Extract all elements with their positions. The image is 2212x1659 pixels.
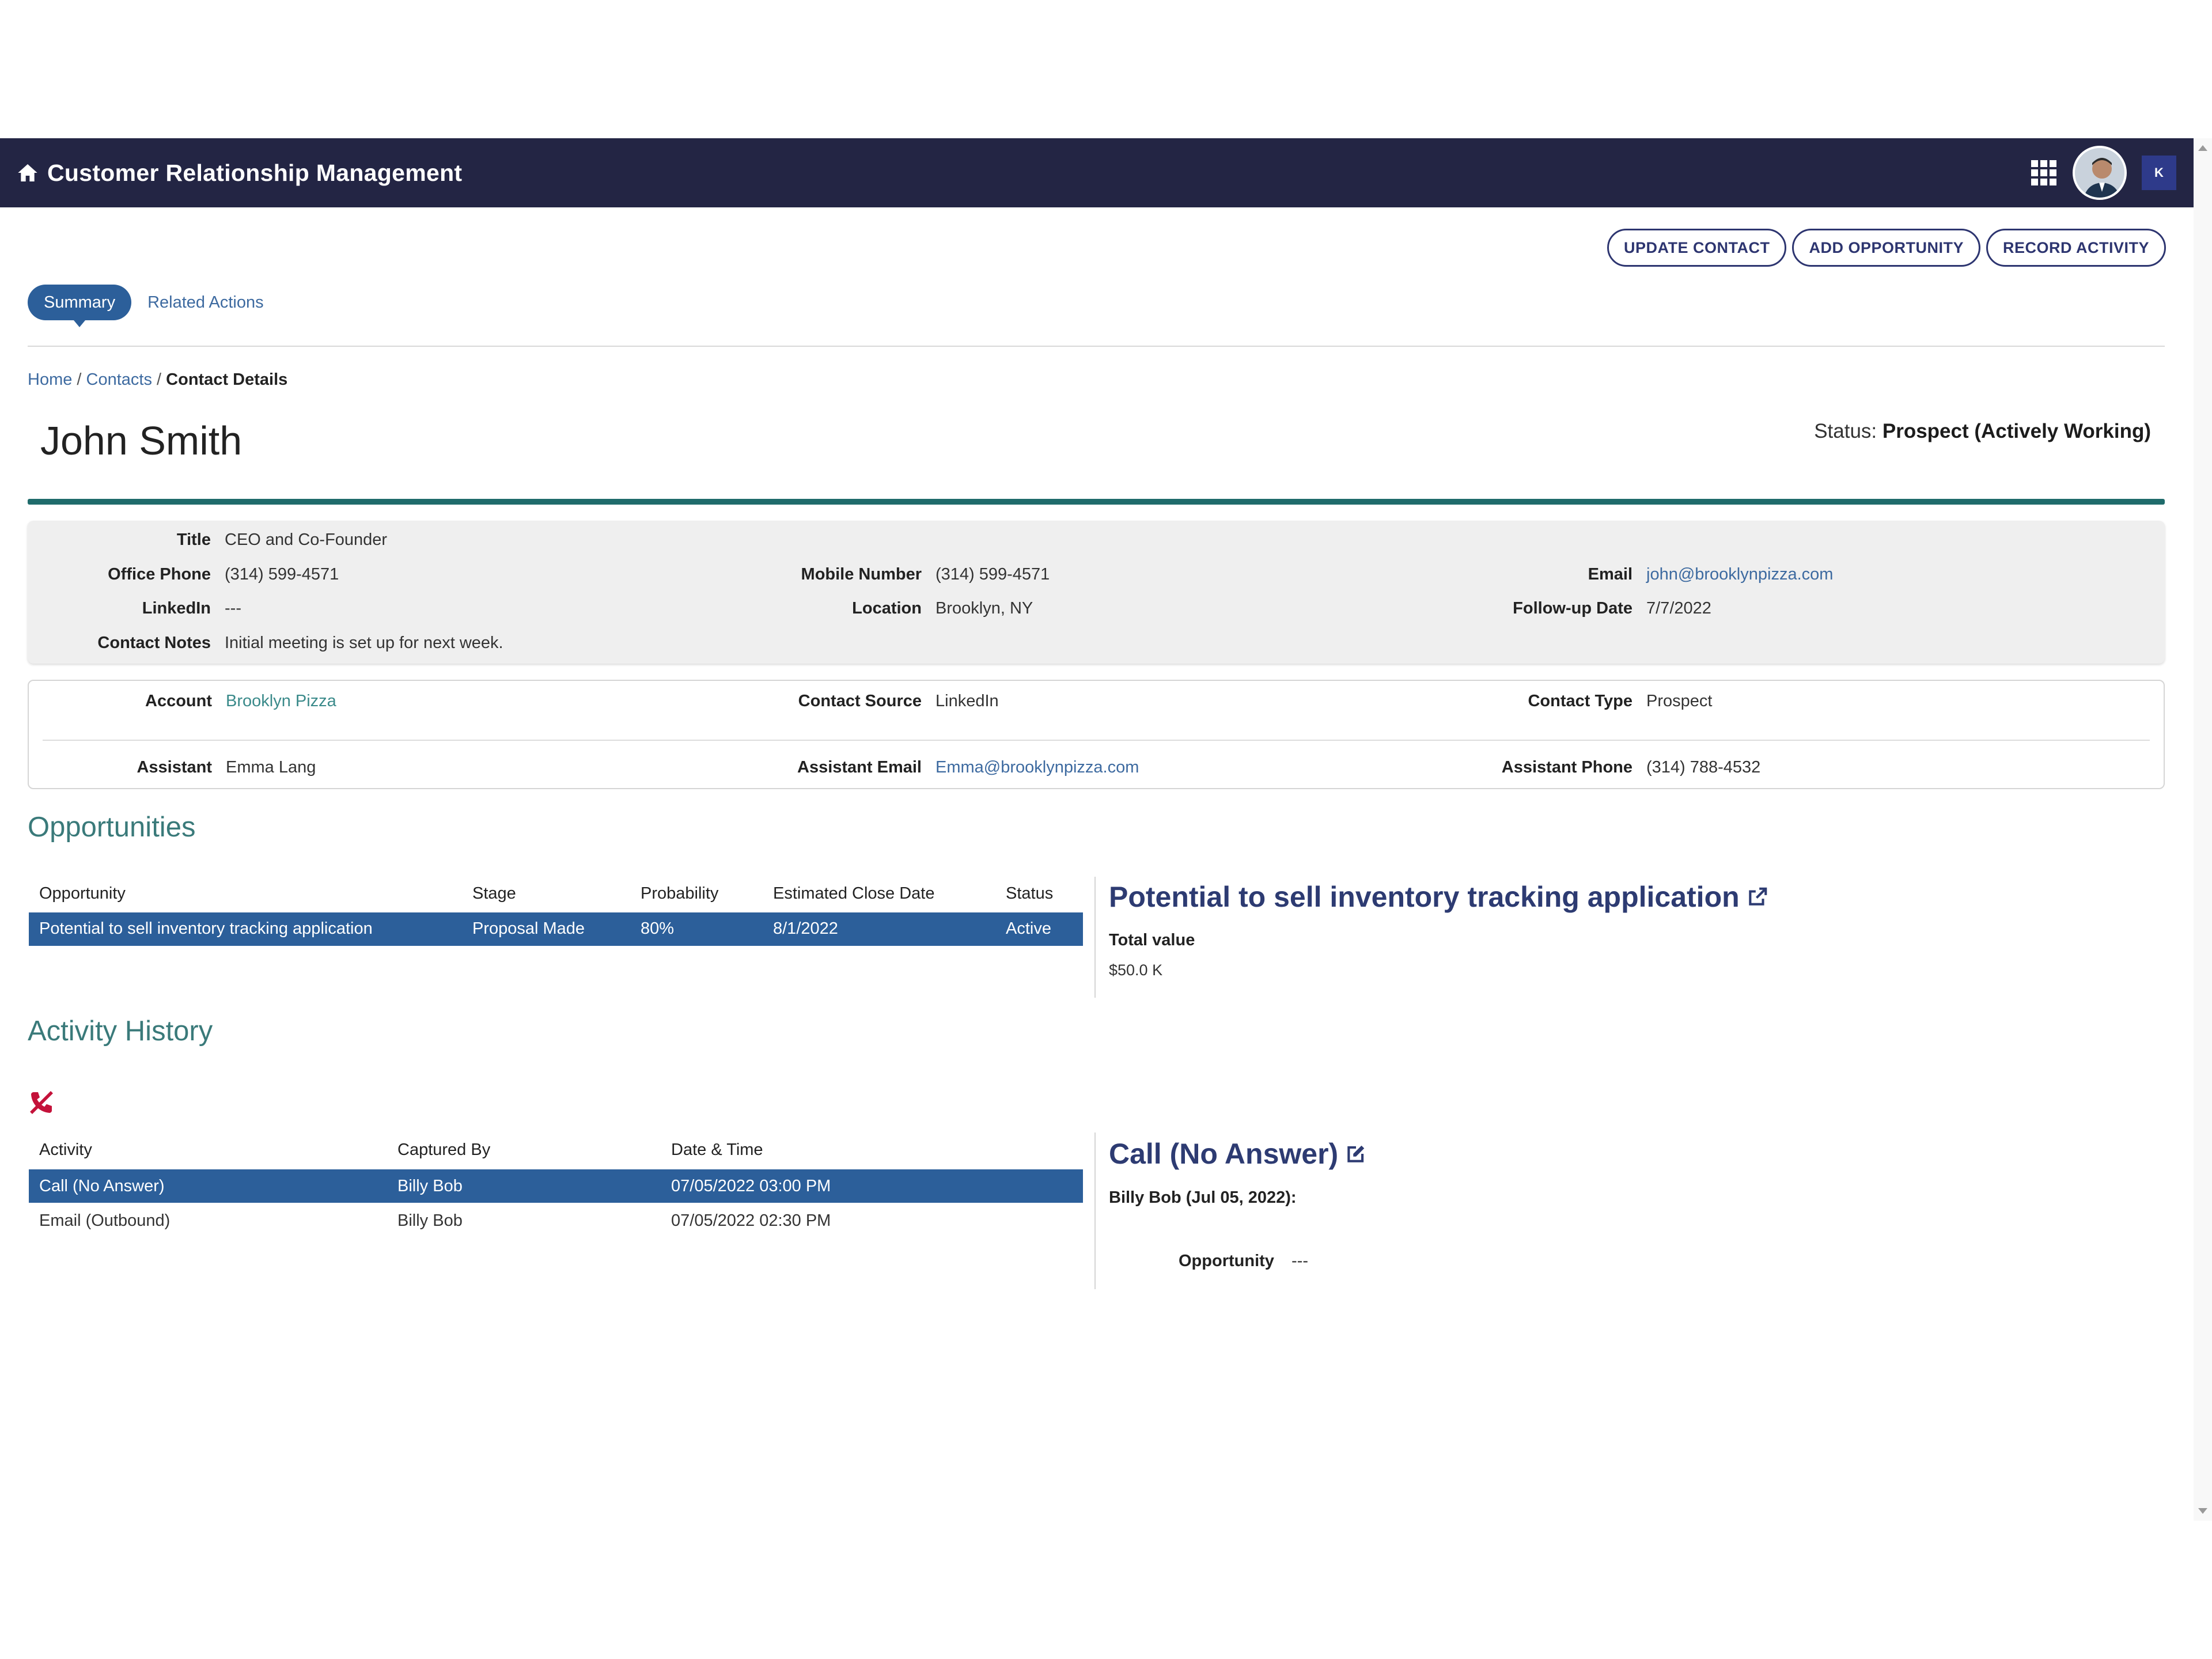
divider: [28, 346, 2165, 347]
account-link[interactable]: Brooklyn Pizza: [226, 692, 336, 711]
breadcrumb-separator: /: [72, 370, 86, 389]
mobile-number-label: Mobile Number: [801, 565, 922, 584]
table-row-selected[interactable]: [29, 1169, 1083, 1203]
column-header-date-time[interactable]: Date & Time: [671, 1141, 763, 1160]
office-phone-value: (314) 599-4571: [225, 565, 339, 584]
assistant-value: Emma Lang: [226, 758, 316, 777]
location-label: Location: [852, 599, 922, 618]
email-label: Email: [1588, 565, 1633, 584]
linkedin-value: ---: [225, 599, 241, 618]
mobile-number-value: (314) 599-4571: [935, 565, 1050, 584]
assistant-label: Assistant: [137, 758, 212, 777]
assistant-phone-label: Assistant Phone: [1501, 758, 1633, 777]
follow-up-date-value: 7/7/2022: [1646, 599, 1711, 618]
column-header-opportunity[interactable]: Opportunity: [39, 884, 126, 903]
stage-cell[interactable]: Proposal Made: [472, 919, 585, 938]
scroll-down-arrow-icon[interactable]: [2198, 1508, 2207, 1514]
detail-divider: [1094, 877, 1096, 998]
captured-by-cell[interactable]: Billy Bob: [397, 1177, 463, 1196]
detail-divider: [1094, 1132, 1096, 1289]
edit-icon[interactable]: [1345, 1143, 1367, 1165]
breadcrumb-home[interactable]: Home: [28, 370, 72, 389]
breadcrumb-contacts[interactable]: Contacts: [86, 370, 152, 389]
total-value-label: Total value: [1109, 931, 1195, 949]
status-cell[interactable]: Active: [1006, 919, 1051, 938]
column-header-close-date[interactable]: Estimated Close Date: [773, 884, 934, 903]
assistant-email-link[interactable]: Emma@brooklynpizza.com: [935, 758, 1139, 777]
brand-logo[interactable]: K: [2142, 156, 2176, 190]
update-contact-button[interactable]: UPDATE CONTACT: [1607, 229, 1787, 267]
app-header: Customer Relationship Management K: [0, 138, 2194, 207]
column-header-probability[interactable]: Probability: [641, 884, 718, 903]
missed-call-icon[interactable]: [28, 1089, 55, 1116]
tab-summary[interactable]: Summary: [28, 285, 132, 327]
opportunity-value: ---: [1291, 1252, 1308, 1270]
assistant-phone-value: (314) 788-4532: [1646, 758, 1761, 777]
column-header-activity[interactable]: Activity: [39, 1141, 92, 1160]
contact-status: Status: Prospect (Actively Working): [1814, 420, 2151, 443]
add-opportunity-button[interactable]: ADD OPPORTUNITY: [1792, 229, 1980, 267]
office-phone-label: Office Phone: [108, 565, 211, 584]
scrollbar[interactable]: [2194, 138, 2212, 1521]
breadcrumb-separator: /: [151, 370, 166, 389]
opportunities-heading: Opportunities: [28, 812, 196, 843]
activity-captured-by: Billy Bob (Jul 05, 2022):: [1109, 1188, 1297, 1207]
app-title[interactable]: Customer Relationship Management: [47, 160, 462, 187]
contact-name: John Smith: [40, 418, 243, 463]
column-header-captured-by[interactable]: Captured By: [397, 1141, 490, 1160]
record-activity-button[interactable]: RECORD ACTIVITY: [1986, 229, 2166, 267]
linkedin-label: LinkedIn: [142, 599, 211, 618]
opportunity-label: Opportunity: [1179, 1252, 1274, 1270]
action-toolbar: UPDATE CONTACT ADD OPPORTUNITY RECORD AC…: [1607, 229, 2166, 267]
contact-type-label: Contact Type: [1528, 692, 1633, 710]
breadcrumb-current: Contact Details: [166, 370, 288, 389]
email-link[interactable]: john@brooklynpizza.com: [1646, 565, 1833, 584]
location-value: Brooklyn, NY: [935, 599, 1033, 618]
activity-cell[interactable]: Call (No Answer): [39, 1177, 165, 1196]
apps-grid-icon[interactable]: [2031, 160, 2056, 185]
title-label: Title: [176, 531, 211, 549]
probability-cell[interactable]: 80%: [641, 919, 674, 938]
contact-type-value: Prospect: [1646, 692, 1713, 710]
column-header-stage[interactable]: Stage: [472, 884, 516, 903]
breadcrumb: Home / Contacts / Contact Details: [28, 370, 287, 389]
external-link-icon[interactable]: [1747, 886, 1768, 908]
opportunity-detail-title-text[interactable]: Potential to sell inventory tracking app…: [1109, 880, 1740, 914]
section-accent-bar: [28, 499, 2165, 505]
date-time-cell[interactable]: 07/05/2022 03:00 PM: [671, 1177, 831, 1196]
divider: [43, 740, 2150, 741]
user-avatar[interactable]: [2073, 146, 2127, 200]
activity-history-heading: Activity History: [28, 1016, 213, 1047]
status-label: Status:: [1814, 420, 1883, 442]
total-value: $50.0 K: [1109, 961, 1163, 979]
contact-notes-label: Contact Notes: [97, 634, 211, 652]
date-time-cell[interactable]: 07/05/2022 02:30 PM: [671, 1211, 831, 1230]
activity-cell[interactable]: Email (Outbound): [39, 1211, 170, 1230]
activity-detail-title[interactable]: Call (No Answer): [1109, 1137, 1367, 1171]
tab-bar: Summary Related Actions: [28, 285, 264, 327]
close-date-cell[interactable]: 8/1/2022: [773, 919, 838, 938]
follow-up-date-label: Follow-up Date: [1513, 599, 1633, 618]
contact-notes-value: Initial meeting is set up for next week.: [225, 634, 503, 652]
tab-related-actions[interactable]: Related Actions: [147, 293, 264, 312]
opportunity-cell[interactable]: Potential to sell inventory tracking app…: [39, 919, 373, 938]
contact-source-label: Contact Source: [798, 692, 922, 710]
scroll-up-arrow-icon[interactable]: [2198, 145, 2207, 151]
contact-source-value: LinkedIn: [935, 692, 999, 710]
assistant-email-label: Assistant Email: [797, 758, 922, 777]
account-label: Account: [145, 692, 212, 710]
activity-detail-title-text[interactable]: Call (No Answer): [1109, 1137, 1338, 1171]
column-header-status[interactable]: Status: [1006, 884, 1053, 903]
opportunity-detail-title[interactable]: Potential to sell inventory tracking app…: [1109, 880, 1768, 914]
captured-by-cell[interactable]: Billy Bob: [397, 1211, 463, 1230]
status-value: Prospect (Actively Working): [1882, 420, 2151, 442]
home-icon[interactable]: [16, 161, 39, 184]
title-value: CEO and Co-Founder: [225, 531, 388, 549]
